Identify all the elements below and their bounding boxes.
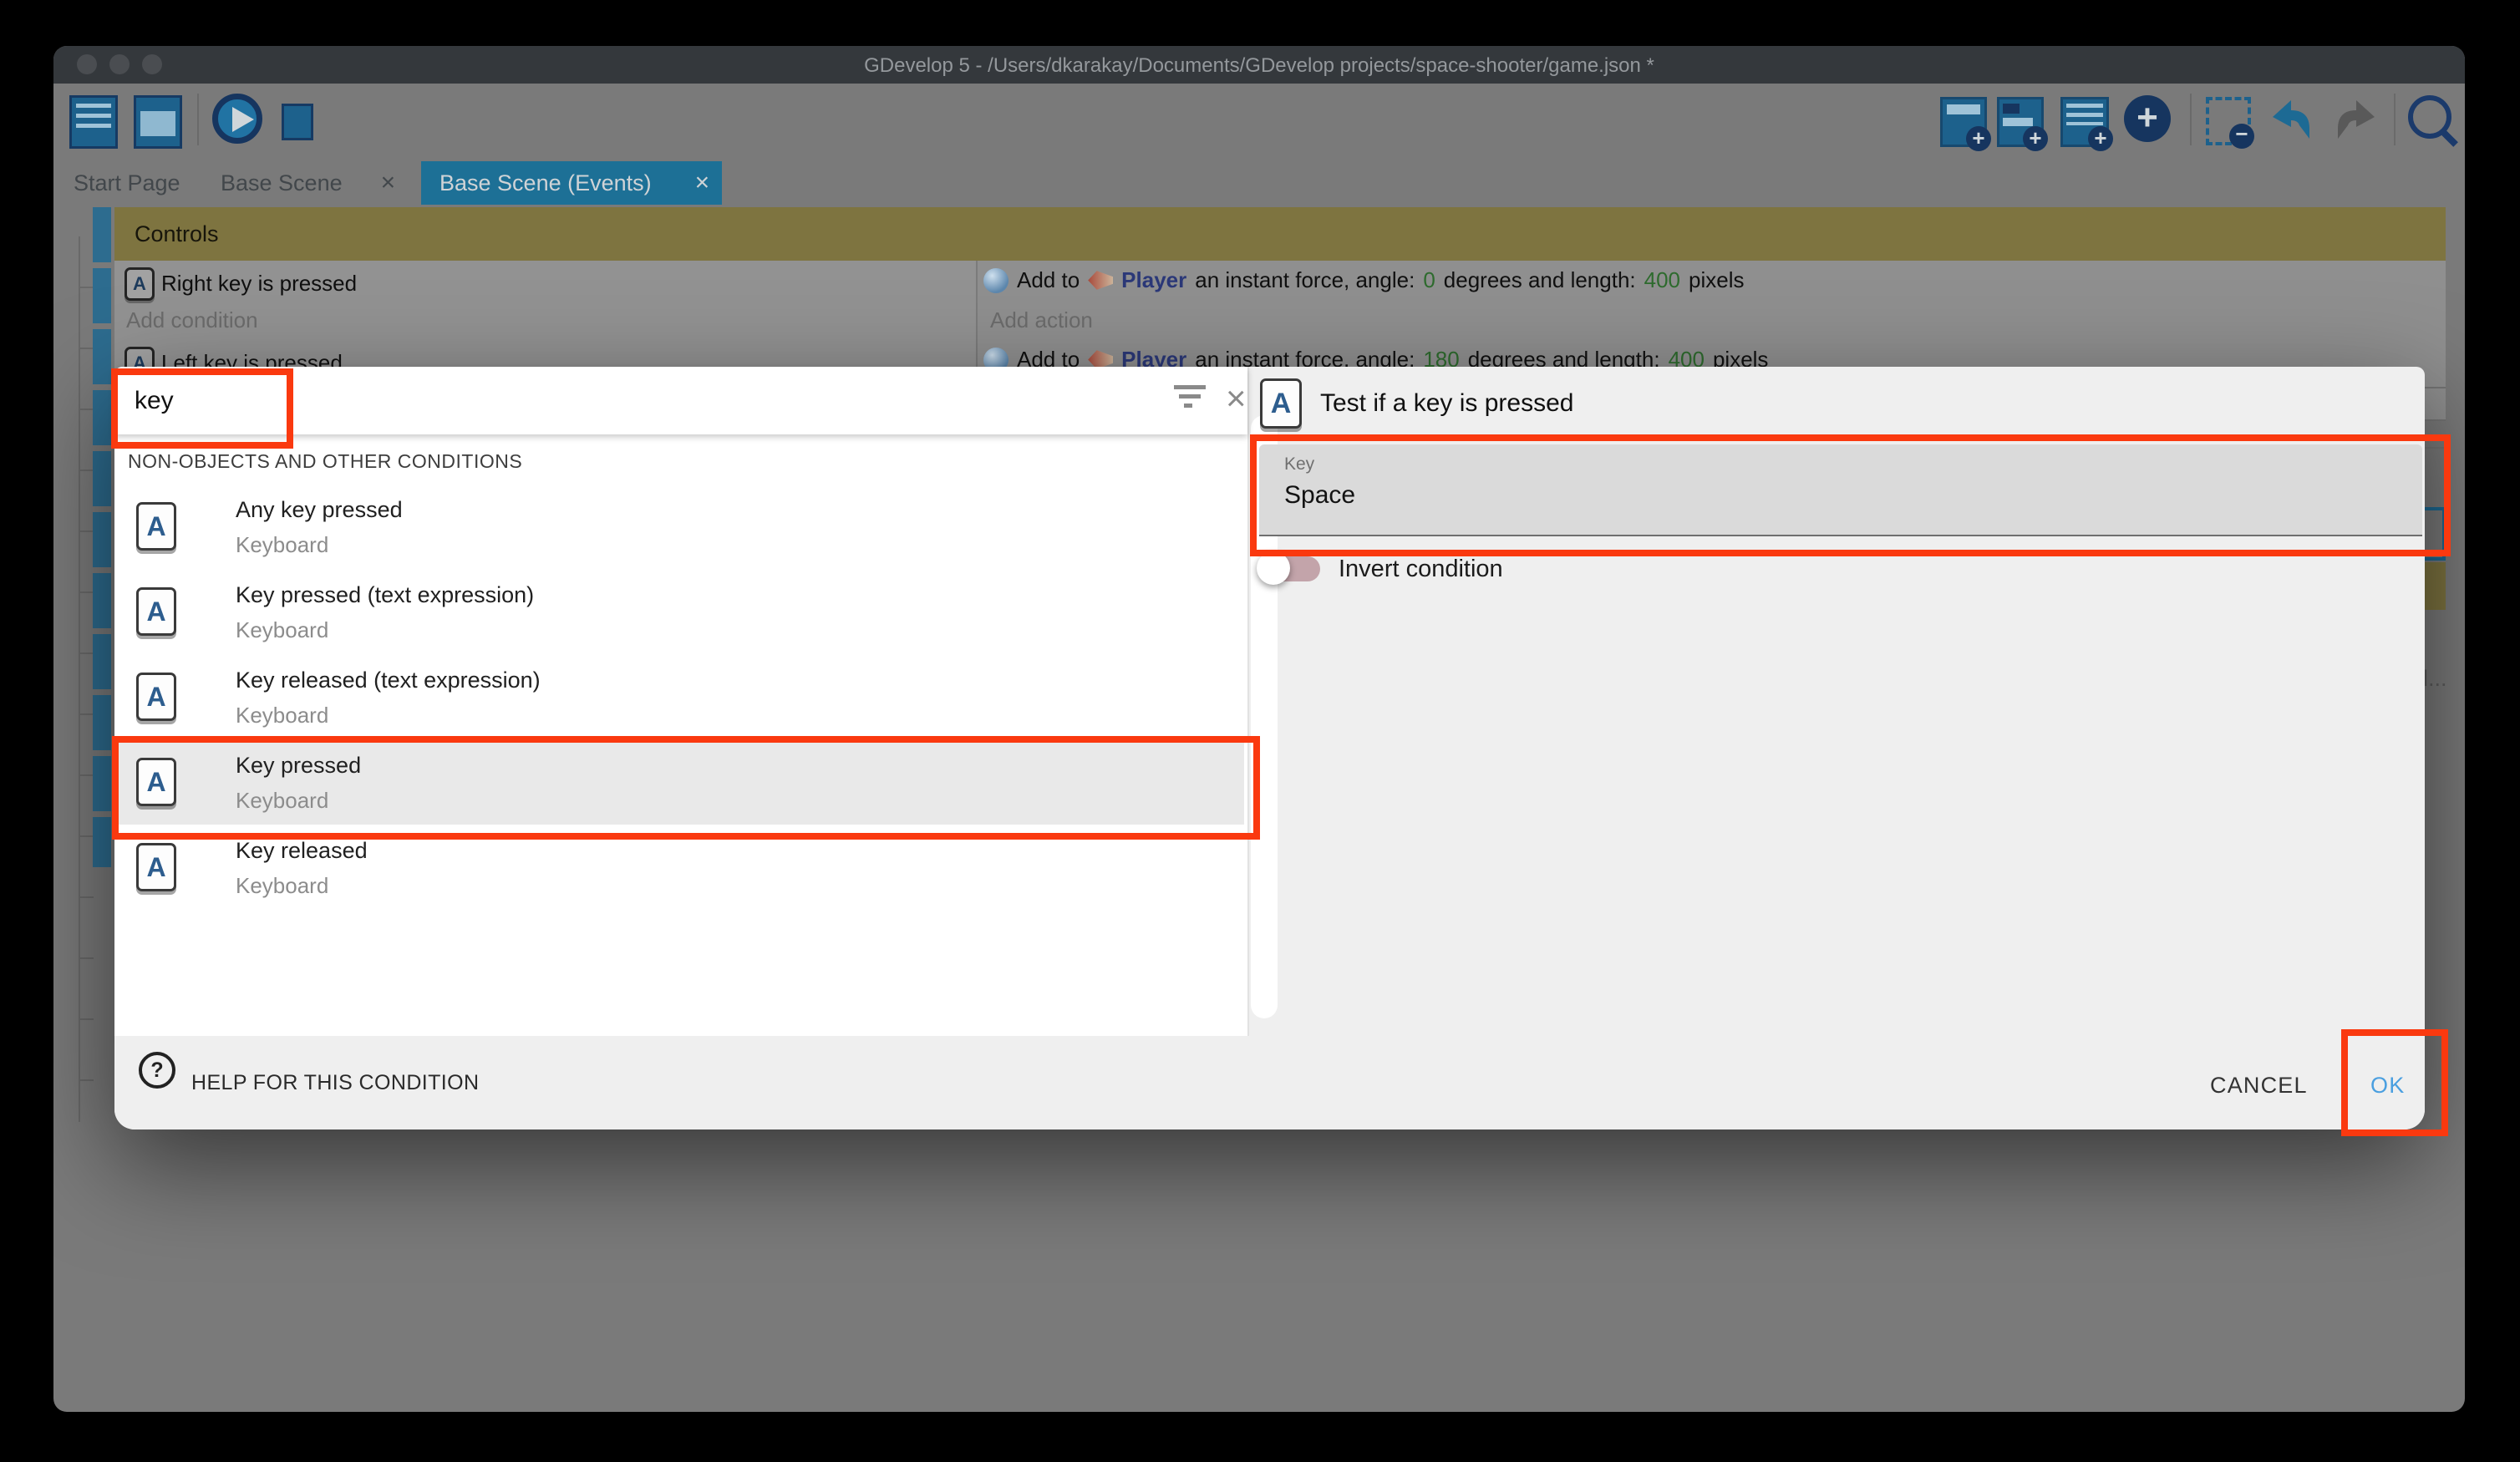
add-condition-link[interactable]: Add condition: [126, 307, 258, 333]
cancel-button[interactable]: CANCEL: [2210, 1073, 2308, 1099]
item-subtitle: Keyboard: [236, 873, 328, 899]
tab-label: Start Page: [74, 170, 180, 196]
panel-divider: [1247, 367, 1249, 1036]
keyboard-icon: A: [136, 587, 176, 636]
search-events-icon[interactable]: [2408, 95, 2451, 139]
keyboard-icon: A: [136, 673, 176, 721]
condition-detail-title: Test if a key is pressed: [1320, 389, 1573, 418]
help-label: HELP FOR THIS CONDITION: [191, 1071, 479, 1095]
tab-base-scene-events[interactable]: Base Scene (Events) ×: [421, 161, 722, 205]
object-name: Player: [1121, 267, 1186, 293]
tab-close-icon[interactable]: ×: [381, 169, 396, 197]
filter-icon[interactable]: [1174, 385, 1206, 410]
event-tree-ticks: [80, 287, 94, 1122]
keyboard-icon: A: [136, 843, 176, 891]
item-title: Any key pressed: [236, 497, 403, 523]
help-button[interactable]: ? HELP FOR THIS CONDITION: [114, 1036, 479, 1129]
add-event-icon[interactable]: +: [1940, 97, 1987, 147]
row-separator: [2425, 387, 2446, 388]
toolbar: + + + + −: [53, 84, 2465, 161]
preview-play-icon[interactable]: [212, 94, 262, 144]
item-title: Key released: [236, 838, 368, 864]
scene-editor-icon[interactable]: [134, 95, 182, 149]
toolbar-separator: [2394, 94, 2396, 145]
window-title: GDevelop 5 - /Users/dkarakay/Documents/G…: [53, 54, 2465, 78]
tab-start-page[interactable]: Start Page: [74, 161, 180, 205]
item-title: Key released (text expression): [236, 668, 541, 693]
list-item-any-key-pressed[interactable]: A Any key pressed Keyboard: [116, 484, 1244, 569]
redo-icon[interactable]: [2331, 95, 2381, 148]
length-value: 400: [1644, 267, 1680, 293]
toolbar-separator: [2190, 94, 2192, 145]
add-comment-icon[interactable]: +: [2060, 97, 2109, 147]
force-icon: [983, 268, 1009, 293]
keyboard-icon: A: [1260, 378, 1302, 429]
list-item-key-released-text-expression[interactable]: A Key released (text expression) Keyboar…: [116, 654, 1244, 739]
item-subtitle: Keyboard: [236, 617, 328, 643]
screenshot-canvas: GDevelop 5 - /Users/dkarakay/Documents/G…: [0, 0, 2520, 1462]
item-subtitle: Keyboard: [236, 532, 328, 558]
angle-value: 0: [1423, 267, 1435, 293]
keyboard-icon: A: [136, 502, 176, 551]
tab-close-icon[interactable]: ×: [695, 169, 710, 197]
player-object-icon: [1088, 269, 1113, 292]
delete-event-icon[interactable]: −: [2206, 97, 2251, 145]
add-action-link[interactable]: Add action: [990, 307, 1093, 333]
action-text[interactable]: Add to Player an instant force, angle: 0…: [983, 267, 1745, 293]
condition-text[interactable]: Right key is pressed: [161, 271, 357, 297]
close-icon[interactable]: ×: [1226, 383, 1247, 414]
annotation-ok-button: [2341, 1029, 2448, 1136]
keyboard-icon: A: [124, 267, 155, 301]
undo-icon[interactable]: [2266, 95, 2316, 148]
project-manager-icon[interactable]: [69, 95, 118, 149]
tab-label: Base Scene (Events): [439, 170, 652, 196]
item-title: Key pressed (text expression): [236, 582, 534, 608]
debug-icon[interactable]: [272, 95, 318, 144]
event-row[interactable]: A Right key is pressed Add condition Add…: [114, 261, 2446, 342]
comment-row[interactable]: Controls: [114, 207, 2446, 261]
invert-condition-label: Invert condition: [1339, 556, 1503, 583]
toggle-knob[interactable]: [1257, 551, 1290, 585]
annotation-search-input: [111, 368, 293, 449]
titlebar: GDevelop 5 - /Users/dkarakay/Documents/G…: [53, 46, 2465, 84]
help-icon: ?: [139, 1052, 175, 1089]
event-selection-bars[interactable]: [93, 207, 111, 867]
list-item-key-pressed-text-expression[interactable]: A Key pressed (text expression) Keyboard: [116, 569, 1244, 654]
item-subtitle: Keyboard: [236, 703, 328, 728]
comment-text: Controls: [135, 221, 219, 247]
condition-detail-header: A Test if a key is pressed: [1260, 378, 1573, 429]
tab-label: Base Scene: [221, 170, 343, 196]
tab-bar: Start Page Base Scene × Base Scene (Even…: [53, 161, 2465, 205]
toolbar-separator: [197, 94, 199, 145]
annotation-key-field: [1250, 434, 2451, 556]
tab-base-scene[interactable]: Base Scene ×: [221, 161, 395, 205]
add-circle-icon[interactable]: +: [2124, 95, 2171, 142]
section-header: NON-OBJECTS AND OTHER CONDITIONS: [128, 450, 522, 473]
annotation-key-pressed-item: [112, 736, 1260, 840]
dialog-bottom-bar: ? HELP FOR THIS CONDITION CANCEL OK: [114, 1036, 2425, 1129]
add-subevent-icon[interactable]: +: [1997, 97, 2044, 147]
